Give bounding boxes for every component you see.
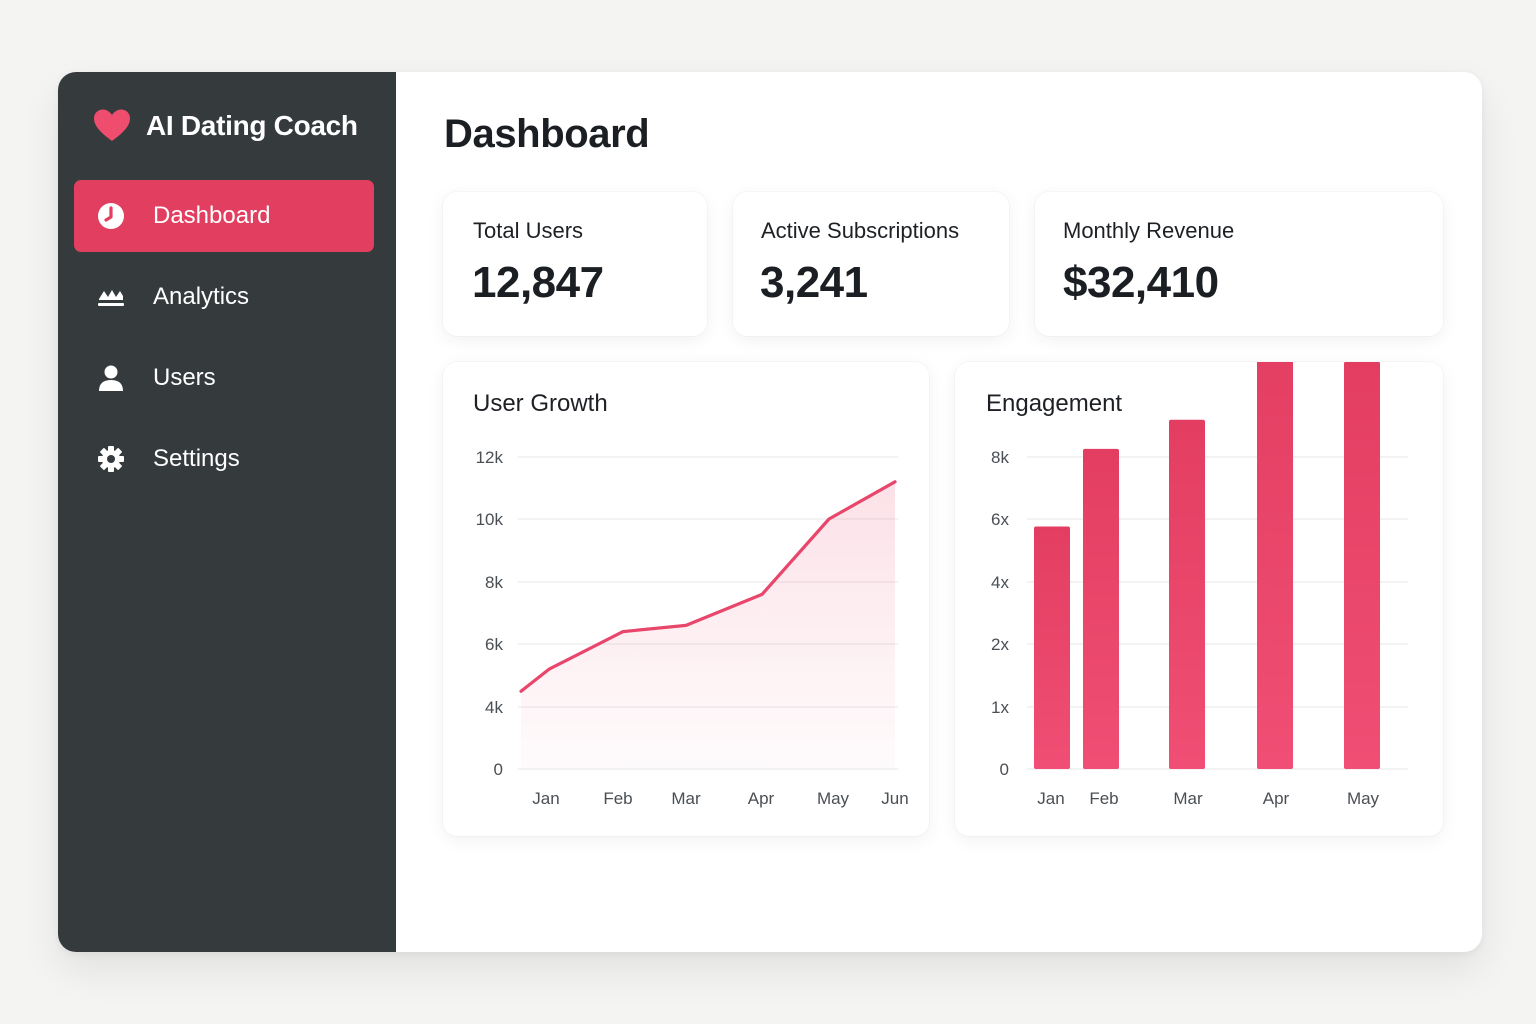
sidebar-item-users[interactable]: Users bbox=[74, 342, 374, 414]
user-icon bbox=[96, 363, 126, 393]
bar bbox=[1083, 448, 1119, 769]
brand[interactable]: AI Dating Coach bbox=[92, 106, 358, 146]
y-tick-label: 6k bbox=[485, 635, 503, 654]
y-tick-label: 2x bbox=[991, 635, 1009, 654]
x-tick-label: Mar bbox=[671, 789, 701, 808]
bar bbox=[1257, 362, 1293, 769]
sidebar-item-analytics[interactable]: Analytics bbox=[74, 261, 374, 333]
stat-label: Total Users bbox=[473, 218, 584, 243]
area-fill bbox=[521, 481, 895, 769]
analytics-chart-icon bbox=[96, 282, 126, 312]
app-window: AI Dating Coach Dashboard Analytics User… bbox=[58, 72, 1482, 952]
stat-label: Monthly Revenue bbox=[1063, 218, 1235, 243]
stat-card-total-users: Total Users 12,847 bbox=[443, 192, 707, 336]
sidebar-item-label: Analytics bbox=[153, 283, 250, 310]
gear-icon bbox=[96, 444, 126, 474]
stat-card-monthly-revenue: Monthly Revenue $32,410 bbox=[1035, 192, 1443, 336]
sidebar-item-label: Settings bbox=[153, 445, 240, 472]
bar bbox=[1169, 419, 1205, 769]
y-tick-label: 4x bbox=[991, 573, 1009, 592]
x-tick-label: Feb bbox=[1089, 789, 1118, 808]
y-tick-label: 12k bbox=[476, 448, 504, 467]
sidebar-item-label: Dashboard bbox=[153, 202, 271, 229]
y-tick-label: 10k bbox=[476, 510, 504, 529]
engagement-chart: 0 1x 2x 4x 6x 8k Jan Feb Mar Apr May bbox=[991, 362, 1408, 808]
stat-value: 3,241 bbox=[760, 258, 868, 307]
y-tick-label: 0 bbox=[1000, 760, 1009, 779]
sidebar-item-label: Users bbox=[153, 364, 216, 391]
x-tick-label: May bbox=[817, 789, 850, 808]
y-tick-label: 8k bbox=[991, 448, 1009, 467]
main-content: Dashboard Total Users 12,847 Active Subs… bbox=[396, 72, 1482, 952]
sidebar-item-dashboard[interactable]: Dashboard bbox=[74, 180, 374, 252]
stat-label: Active Subscriptions bbox=[761, 218, 960, 243]
y-tick-label: 0 bbox=[494, 760, 503, 779]
y-tick-label: 6x bbox=[991, 510, 1009, 529]
sidebar: AI Dating Coach Dashboard Analytics User… bbox=[58, 72, 396, 952]
x-tick-label: Jan bbox=[532, 789, 559, 808]
stat-value: $32,410 bbox=[1063, 258, 1219, 307]
x-tick-label: Apr bbox=[1263, 789, 1290, 808]
x-tick-label: Jan bbox=[1037, 789, 1064, 808]
user-growth-chart: 0 4k 6k 8k 10k 12k Jan Feb Mar Apr May Jun bbox=[476, 448, 909, 808]
x-tick-label: Feb bbox=[603, 789, 632, 808]
user-growth-card: User Growth 0 4k 6k 8k 10k 12k Jan Feb Mar Apr May… bbox=[443, 362, 929, 836]
sidebar-item-settings[interactable]: Settings bbox=[74, 423, 374, 495]
x-tick-label: Jun bbox=[881, 789, 908, 808]
bar bbox=[1034, 526, 1070, 769]
bar bbox=[1344, 362, 1380, 769]
stat-card-active-subscriptions: Active Subscriptions 3,241 bbox=[733, 192, 1009, 336]
page-title: Dashboard bbox=[444, 112, 650, 156]
sidebar-nav: Dashboard Analytics Users Settings bbox=[74, 180, 374, 504]
app-title: AI Dating Coach bbox=[146, 110, 358, 141]
x-tick-label: May bbox=[1347, 789, 1380, 808]
dashboard-clock-icon bbox=[96, 201, 126, 231]
y-tick-label: 1x bbox=[991, 698, 1009, 717]
y-tick-label: 8k bbox=[485, 573, 503, 592]
engagement-card: Engagement 0 1x 2x 4x 6x 8k Jan Feb Mar Apr May bbox=[955, 362, 1443, 836]
heart-icon bbox=[94, 109, 130, 141]
x-tick-label: Apr bbox=[748, 789, 775, 808]
x-tick-label: Mar bbox=[1173, 789, 1203, 808]
stat-value: 12,847 bbox=[472, 258, 604, 307]
y-tick-label: 4k bbox=[485, 698, 503, 717]
